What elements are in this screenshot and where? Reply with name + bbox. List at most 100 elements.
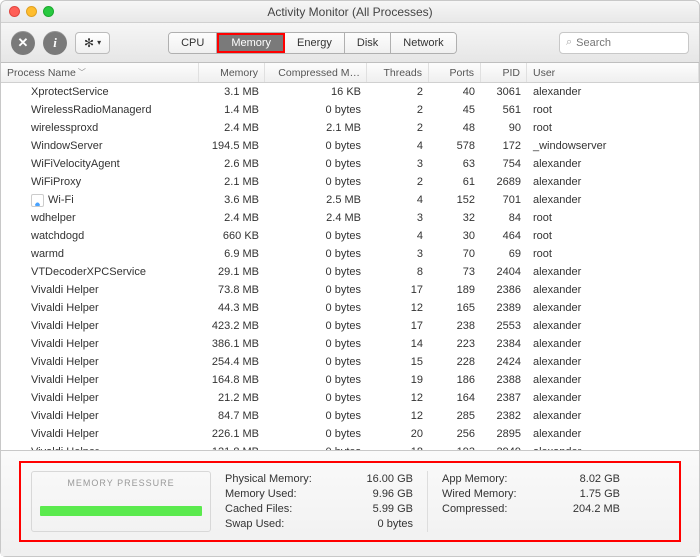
stat-key: Cached Files: bbox=[225, 503, 335, 515]
table-row[interactable]: Vivaldi Helper84.7 MB0 bytes122852382ale… bbox=[1, 407, 699, 425]
memory-value: 2.1 MB bbox=[199, 176, 265, 188]
user-value: alexander bbox=[527, 176, 699, 188]
table-row[interactable]: wdhelper2.4 MB2.4 MB33284root bbox=[1, 209, 699, 227]
memory-pressure-label: MEMORY PRESSURE bbox=[40, 478, 202, 488]
pid-value: 2384 bbox=[481, 338, 527, 350]
table-row[interactable]: Vivaldi Helper226.1 MB0 bytes202562895al… bbox=[1, 425, 699, 443]
titlebar: Activity Monitor (All Processes) bbox=[1, 1, 699, 23]
stat-value: 9.96 GB bbox=[343, 488, 413, 500]
highlight-summary: MEMORY PRESSURE Physical Memory:16.00 GB… bbox=[19, 461, 681, 542]
user-value: alexander bbox=[527, 428, 699, 440]
table-row[interactable]: WindowServer194.5 MB0 bytes4578172_windo… bbox=[1, 137, 699, 155]
ports-value: 164 bbox=[429, 392, 481, 404]
process-name: watchdogd bbox=[1, 230, 199, 242]
memory-value: 2.4 MB bbox=[199, 212, 265, 224]
user-value: alexander bbox=[527, 374, 699, 386]
close-icon[interactable] bbox=[9, 6, 20, 17]
header-ports[interactable]: Ports bbox=[429, 63, 481, 82]
table-row[interactable]: Vivaldi Helper73.8 MB0 bytes171892386ale… bbox=[1, 281, 699, 299]
threads-value: 2 bbox=[367, 104, 429, 116]
table-row[interactable]: XprotectService3.1 MB16 KB2403061alexand… bbox=[1, 83, 699, 101]
header-process-name[interactable]: Process Name﹀ bbox=[1, 63, 199, 82]
search-field[interactable]: ⌕ bbox=[559, 32, 689, 54]
compressed-value: 0 bytes bbox=[265, 158, 367, 170]
header-compressed[interactable]: Compressed M… bbox=[265, 63, 367, 82]
memory-value: 2.6 MB bbox=[199, 158, 265, 170]
process-list[interactable]: XprotectService3.1 MB16 KB2403061alexand… bbox=[1, 83, 699, 450]
table-row[interactable]: VTDecoderXPCService29.1 MB0 bytes8732404… bbox=[1, 263, 699, 281]
window-title: Activity Monitor (All Processes) bbox=[267, 5, 432, 19]
compressed-value: 0 bytes bbox=[265, 104, 367, 116]
threads-value: 2 bbox=[367, 176, 429, 188]
process-name: WindowServer bbox=[1, 140, 199, 152]
header-memory[interactable]: Memory bbox=[199, 63, 265, 82]
table-row[interactable]: wirelessproxd2.4 MB2.1 MB24890root bbox=[1, 119, 699, 137]
memory-value: 1.4 MB bbox=[199, 104, 265, 116]
memory-value: 164.8 MB bbox=[199, 374, 265, 386]
zoom-icon[interactable] bbox=[43, 6, 54, 17]
memory-value: 660 KB bbox=[199, 230, 265, 242]
process-name: wirelessproxd bbox=[1, 122, 199, 134]
table-row[interactable]: Vivaldi Helper386.1 MB0 bytes142232384al… bbox=[1, 335, 699, 353]
minimize-icon[interactable] bbox=[26, 6, 37, 17]
table-row[interactable]: Vivaldi Helper121.8 MB0 bytes181932949al… bbox=[1, 443, 699, 450]
pid-value: 2388 bbox=[481, 374, 527, 386]
pid-value: 2389 bbox=[481, 302, 527, 314]
threads-value: 12 bbox=[367, 392, 429, 404]
ports-value: 256 bbox=[429, 428, 481, 440]
process-name: wdhelper bbox=[1, 212, 199, 224]
memory-value: 6.9 MB bbox=[199, 248, 265, 260]
header-threads[interactable]: Threads bbox=[367, 63, 429, 82]
stop-process-button[interactable]: ✕ bbox=[11, 31, 35, 55]
toolbar: ✕ i ✻ ▾ CPU Memory Energy Disk Network ⌕ bbox=[1, 23, 699, 63]
table-row[interactable]: Vivaldi Helper164.8 MB0 bytes191862388al… bbox=[1, 371, 699, 389]
activity-monitor-window: Activity Monitor (All Processes) ✕ i ✻ ▾… bbox=[0, 0, 700, 557]
table-row[interactable]: WiFiProxy2.1 MB0 bytes2612689alexander bbox=[1, 173, 699, 191]
header-pid[interactable]: PID bbox=[481, 63, 527, 82]
ports-value: 152 bbox=[429, 194, 481, 206]
table-row[interactable]: WirelessRadioManagerd1.4 MB0 bytes245561… bbox=[1, 101, 699, 119]
stat-line: Cached Files:5.99 GB bbox=[225, 503, 413, 515]
options-menu-button[interactable]: ✻ ▾ bbox=[75, 32, 110, 54]
stat-line: Wired Memory:1.75 GB bbox=[442, 488, 620, 500]
table-row[interactable]: Vivaldi Helper44.3 MB0 bytes121652389ale… bbox=[1, 299, 699, 317]
table-row[interactable]: warmd6.9 MB0 bytes37069root bbox=[1, 245, 699, 263]
compressed-value: 0 bytes bbox=[265, 266, 367, 278]
user-value: root bbox=[527, 122, 699, 134]
ports-value: 30 bbox=[429, 230, 481, 242]
table-row[interactable]: Vivaldi Helper423.2 MB0 bytes172382553al… bbox=[1, 317, 699, 335]
compressed-value: 0 bytes bbox=[265, 356, 367, 368]
pid-value: 464 bbox=[481, 230, 527, 242]
pid-value: 754 bbox=[481, 158, 527, 170]
tab-memory[interactable]: Memory bbox=[219, 35, 283, 51]
table-row[interactable]: watchdogd660 KB0 bytes430464root bbox=[1, 227, 699, 245]
tab-network[interactable]: Network bbox=[391, 33, 455, 53]
stat-value: 204.2 MB bbox=[550, 503, 620, 515]
user-value: alexander bbox=[527, 356, 699, 368]
search-input[interactable] bbox=[576, 37, 700, 49]
stat-key: Physical Memory: bbox=[225, 473, 335, 485]
header-user[interactable]: User bbox=[527, 63, 699, 82]
tab-energy[interactable]: Energy bbox=[285, 33, 345, 53]
search-icon: ⌕ bbox=[566, 36, 572, 49]
pid-value: 561 bbox=[481, 104, 527, 116]
memory-pressure-chart: MEMORY PRESSURE bbox=[31, 471, 211, 532]
compressed-value: 2.5 MB bbox=[265, 194, 367, 206]
user-value: alexander bbox=[527, 302, 699, 314]
table-row[interactable]: Wi-Fi3.6 MB2.5 MB4152701alexander bbox=[1, 191, 699, 209]
user-value: alexander bbox=[527, 338, 699, 350]
threads-value: 4 bbox=[367, 230, 429, 242]
pid-value: 90 bbox=[481, 122, 527, 134]
threads-value: 17 bbox=[367, 284, 429, 296]
pid-value: 2382 bbox=[481, 410, 527, 422]
user-value: root bbox=[527, 104, 699, 116]
info-button[interactable]: i bbox=[43, 31, 67, 55]
table-row[interactable]: Vivaldi Helper254.4 MB0 bytes152282424al… bbox=[1, 353, 699, 371]
pid-value: 84 bbox=[481, 212, 527, 224]
table-row[interactable]: WiFiVelocityAgent2.6 MB0 bytes363754alex… bbox=[1, 155, 699, 173]
tab-cpu[interactable]: CPU bbox=[169, 33, 217, 53]
table-row[interactable]: Vivaldi Helper21.2 MB0 bytes121642387ale… bbox=[1, 389, 699, 407]
process-name: warmd bbox=[1, 248, 199, 260]
threads-value: 14 bbox=[367, 338, 429, 350]
tab-disk[interactable]: Disk bbox=[345, 33, 391, 53]
